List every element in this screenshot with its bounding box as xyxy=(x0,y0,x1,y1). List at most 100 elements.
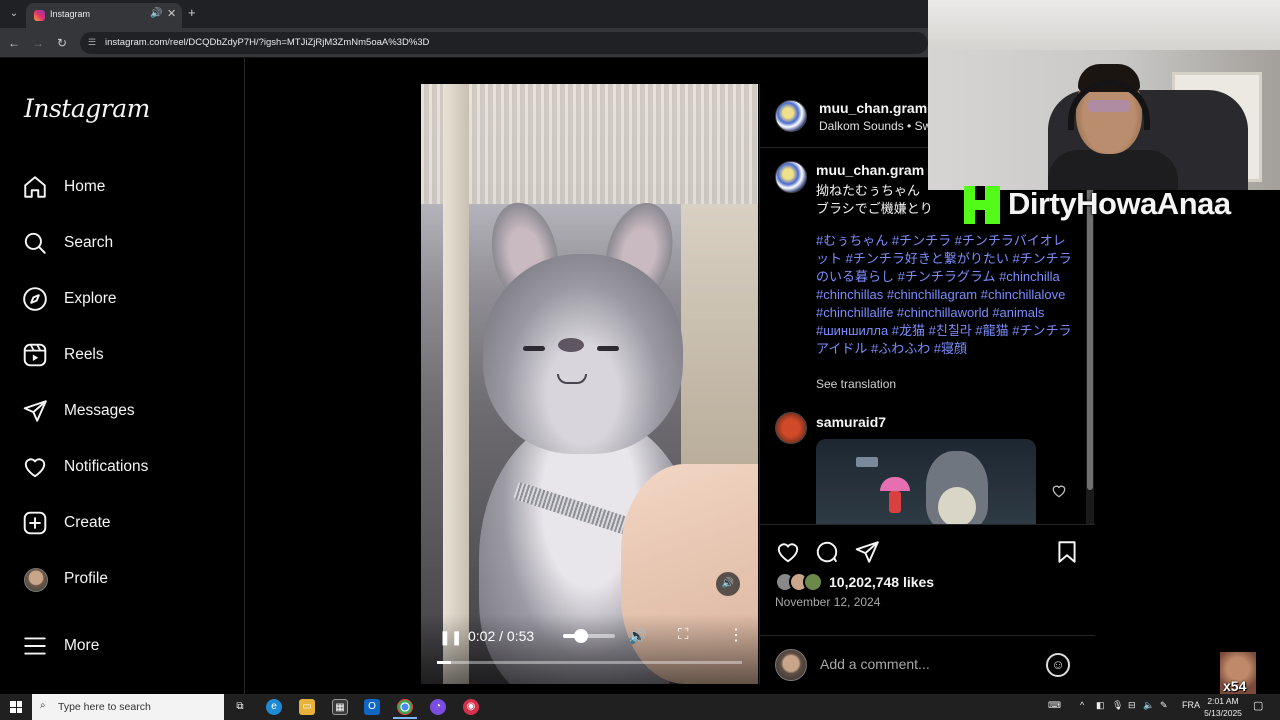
sidebar-item-label: Reels xyxy=(64,346,104,363)
gif-girl xyxy=(889,491,901,513)
microphone-icon[interactable]: 🎙 xyxy=(1112,700,1123,711)
site-info-icon[interactable]: ☰ xyxy=(88,37,96,48)
tab-search-button[interactable]: ⌄ xyxy=(4,4,24,24)
emoji-icon[interactable]: ☺ xyxy=(1046,653,1070,677)
chinchilla-nose xyxy=(558,338,584,352)
sidebar-item-reels[interactable]: Reels xyxy=(22,336,222,376)
reload-icon[interactable]: ↻ xyxy=(54,35,70,51)
tab-audio-icon[interactable]: 🔊 xyxy=(150,8,162,19)
pause-icon[interactable]: ❚❚ xyxy=(439,629,462,646)
sidebar-item-notifications[interactable]: Notifications xyxy=(22,448,222,488)
video-scene-cage xyxy=(421,84,758,204)
obs-icon[interactable]: ◉ xyxy=(463,699,479,715)
see-translation-link[interactable]: See translation xyxy=(816,377,896,391)
comment-gif[interactable] xyxy=(816,439,1036,524)
fullscreen-icon[interactable]: ⛶ xyxy=(678,626,689,643)
tab-title: Instagram xyxy=(50,9,91,19)
volume-icon[interactable]: 🔈 xyxy=(1143,700,1154,711)
like-heart-icon[interactable] xyxy=(775,539,801,565)
volume-slider[interactable] xyxy=(563,629,615,643)
outlook-icon[interactable]: O xyxy=(364,699,380,715)
forward-icon[interactable]: → xyxy=(30,35,46,51)
comment-username[interactable]: samuraid7 xyxy=(816,414,886,430)
video-controls: ❚❚ 0:02 / 0:53 🔊 ⛶ ⋮ xyxy=(421,614,758,684)
store-icon[interactable]: ▦ xyxy=(332,699,348,715)
sidebar-item-more[interactable]: More xyxy=(22,627,222,667)
sidebar-item-label: More xyxy=(64,637,100,654)
liked-by-avatars[interactable] xyxy=(775,572,827,592)
address-bar[interactable]: ☰ instagram.com/reel/DCQDbZdyP7H/?igsh=M… xyxy=(80,32,928,54)
task-view-icon[interactable]: ⧉ xyxy=(232,699,248,715)
webcam-ceiling xyxy=(928,0,1280,50)
gif-umbrella xyxy=(880,477,910,491)
sidebar-item-label: Explore xyxy=(64,290,117,307)
notification-center-icon[interactable]: ▢ xyxy=(1253,699,1263,712)
sidebar-item-search[interactable]: Search xyxy=(22,224,222,264)
pen-icon[interactable]: ✎ xyxy=(1160,700,1168,711)
author-avatar[interactable] xyxy=(775,100,807,132)
taskbar-search-placeholder: Type here to search xyxy=(58,701,151,713)
keyboard-icon[interactable]: ⌨ xyxy=(1048,700,1061,711)
taskbar-search[interactable]: ⌕ Type here to search xyxy=(32,694,224,720)
new-tab-icon[interactable]: + xyxy=(188,5,196,20)
likes-count[interactable]: 10,202,748 likes xyxy=(829,574,934,590)
save-bookmark-icon[interactable] xyxy=(1054,539,1080,565)
avatar xyxy=(24,568,48,592)
browser-tab[interactable]: Instagram 🔊 ✕ xyxy=(26,3,182,28)
network-icon[interactable]: ⊟ xyxy=(1128,700,1136,711)
edge-icon[interactable]: e xyxy=(266,699,282,715)
webcam-overlay xyxy=(928,0,1280,190)
sidebar-item-profile[interactable]: Profile xyxy=(22,560,222,600)
sidebar-item-label: Notifications xyxy=(64,458,149,475)
gif-bus-sign xyxy=(856,457,878,467)
caption-text: 拗ねたむぅちゃん xyxy=(816,183,921,198)
author-username[interactable]: muu_chan.gram xyxy=(819,100,927,116)
windows-start-icon[interactable] xyxy=(10,701,22,713)
menu-icon xyxy=(24,637,46,655)
instagram-favicon-icon xyxy=(34,10,45,21)
caption-username[interactable]: muu_chan.gram xyxy=(816,162,924,178)
compass-icon xyxy=(23,287,47,311)
video-progress-fill xyxy=(437,661,451,664)
comment-input[interactable]: Add a comment... xyxy=(820,656,930,672)
sidebar-item-create[interactable]: Create xyxy=(22,504,222,544)
heart-icon xyxy=(24,458,46,478)
caption-avatar[interactable] xyxy=(775,161,807,193)
sidebar: Instagram Home Search Explore Reels Mess… xyxy=(0,58,245,694)
like-comment-heart-icon[interactable] xyxy=(1051,483,1067,499)
reel-video[interactable]: 🔊 ❚❚ 0:02 / 0:53 🔊 ⛶ ⋮ xyxy=(421,84,758,684)
tray-apps-icon[interactable]: ◧ xyxy=(1096,700,1105,711)
back-icon[interactable]: ← xyxy=(6,35,22,51)
sidebar-item-label: Profile xyxy=(64,570,108,587)
clock-time: 2:01 AM xyxy=(1207,696,1239,706)
reels-icon xyxy=(23,343,47,367)
post-date: November 12, 2024 xyxy=(775,595,881,609)
commenter-avatar[interactable] xyxy=(775,412,807,444)
share-icon[interactable] xyxy=(854,539,880,565)
comment-icon[interactable] xyxy=(814,539,840,565)
plus-square-icon xyxy=(23,511,47,535)
tray-expand-icon[interactable]: ^ xyxy=(1080,700,1084,710)
video-scene-wall xyxy=(681,204,758,504)
speaker-icon[interactable]: 🔊 xyxy=(628,627,647,645)
file-explorer-icon[interactable]: ▭ xyxy=(299,699,315,715)
sidebar-item-home[interactable]: Home xyxy=(22,168,222,208)
sidebar-item-explore[interactable]: Explore xyxy=(22,280,222,320)
volume-slider-thumb[interactable] xyxy=(574,629,589,643)
search-icon: ⌕ xyxy=(40,700,46,711)
caption-hashtags[interactable]: #むぅちゃん #チンチラ #チンチラバイオレット #チンチラ好きと繋がりたい #… xyxy=(816,232,1072,358)
stream-branding: DirtyHowaAnaa xyxy=(960,182,1280,226)
instagram-logo[interactable]: Instagram xyxy=(24,94,150,123)
chrome-icon[interactable] xyxy=(397,699,413,715)
sidebar-item-messages[interactable]: Messages xyxy=(22,392,222,432)
mute-toggle-icon[interactable]: 🔊 xyxy=(716,572,740,596)
tab-close-icon[interactable]: ✕ xyxy=(167,7,176,20)
more-options-icon[interactable]: ⋮ xyxy=(728,625,744,645)
app-icon[interactable]: ◔ xyxy=(430,699,446,715)
chinchilla-eye xyxy=(597,346,619,351)
system-clock[interactable]: 2:01 AM 5/13/2025 xyxy=(1198,695,1248,719)
video-progress-bar[interactable] xyxy=(437,661,742,664)
audio-credit[interactable]: Dalkom Sounds • Sw xyxy=(819,119,931,133)
add-comment-row: Add a comment... ☺ xyxy=(760,635,1095,685)
kick-logo-icon xyxy=(964,186,1000,224)
